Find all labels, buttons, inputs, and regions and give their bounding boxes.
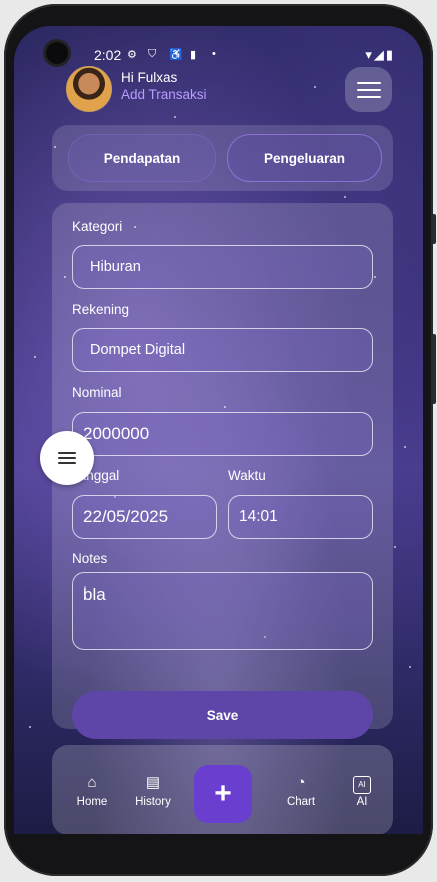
date-field[interactable]: 22/05/2025 [72,495,217,539]
nav-home-label: Home [76,796,108,808]
chart-icon: ◔ [296,774,306,791]
page-subtitle: Add Transaksi [121,87,207,102]
expense-button[interactable]: Pengeluaran [227,134,382,182]
power-button [432,334,436,404]
ai-chip-icon: AI [332,773,392,794]
add-transaction-button[interactable]: + [194,765,252,823]
bottom-navigation: ⌂ Home ▤ History + ◔ Chart AI AI [52,745,393,834]
home-icon: ⌂ [87,774,97,791]
menu-button[interactable] [345,67,392,112]
nav-ai[interactable]: AI AI [332,773,392,808]
phone-frame: 2:02 ⚙ ⛉ ♿ ▮ • ▾◢▮ Hi Fulxas Add Transak… [4,4,436,876]
front-camera [46,42,68,64]
battery-icon: ▮ [385,47,395,62]
nav-home[interactable]: ⌂ Home [62,773,122,808]
shield-icon: ⛉ [148,48,157,60]
account-label: Rekening [72,302,130,317]
greeting-text: Hi Fulxas [121,70,178,85]
transaction-type-switch: Pendapatan Pengeluaran [52,125,393,191]
settings-icon: ⚙ [127,49,137,61]
account-field[interactable]: Dompet Digital [72,328,373,372]
income-button[interactable]: Pendapatan [68,134,216,182]
notes-label: Notes [72,551,108,566]
plus-icon: + [214,777,232,810]
save-button[interactable]: Save [72,691,373,739]
history-icon: ▤ [145,774,161,791]
nav-history[interactable]: ▤ History [123,773,183,808]
category-field[interactable]: Hiburan [72,245,373,289]
menu-icon [356,81,381,98]
signal-icon: ◢ [373,47,386,62]
status-bar: 2:02 ⚙ ⛉ ♿ ▮ • ▾◢▮ [14,26,423,64]
status-time: 2:02 [94,47,122,63]
wifi-icon: ▾ [365,47,374,62]
notification-dot: • [212,48,216,60]
nav-chart[interactable]: ◔ Chart [271,773,331,808]
accessibility-icon: ♿ [169,49,183,61]
app-screen: 2:02 ⚙ ⛉ ♿ ▮ • ▾◢▮ Hi Fulxas Add Transak… [14,26,423,834]
nav-ai-label: AI [356,796,368,808]
amount-field[interactable]: 2000000 [72,412,373,456]
nav-history-label: History [135,796,171,808]
nav-chart-label: Chart [286,796,316,808]
transaction-form: Kategori Hiburan Rekening Dompet Digital… [52,203,393,739]
notes-field[interactable]: bla [72,572,373,650]
time-label: Waktu [228,468,266,483]
avatar[interactable] [66,66,112,112]
floating-menu-button[interactable] [40,431,94,485]
category-label: Kategori [72,219,123,234]
volume-button [432,214,436,244]
menu-icon [58,452,76,464]
sd-card-icon: ▮ [190,49,197,61]
status-right-icons: ▾◢▮ [365,47,395,63]
time-field[interactable]: 14:01 [228,495,373,539]
amount-label: Nominal [72,385,122,400]
